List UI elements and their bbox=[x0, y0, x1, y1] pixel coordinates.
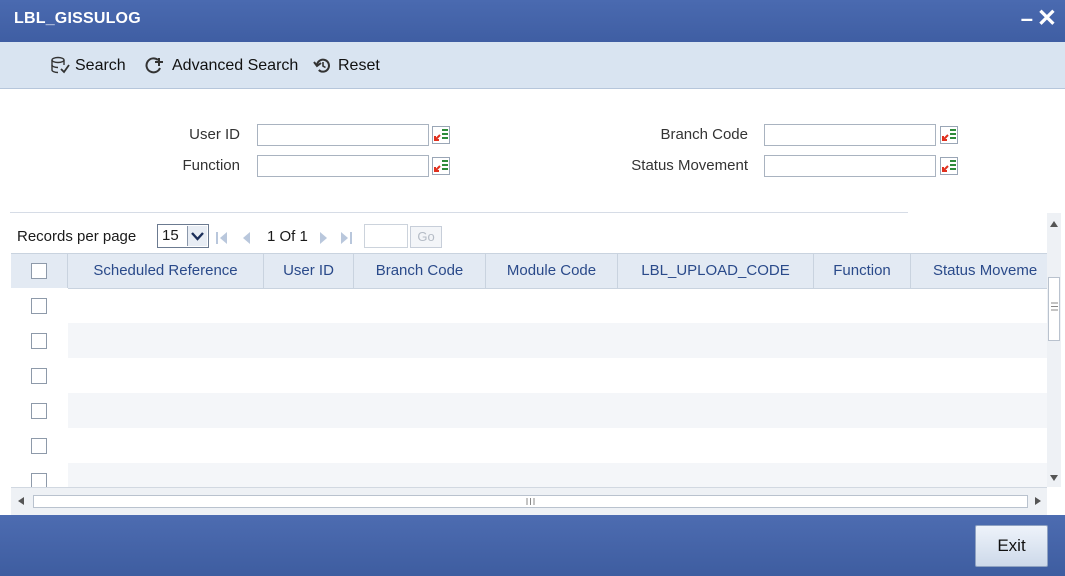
table-row[interactable] bbox=[11, 323, 1047, 358]
row-checkbox[interactable] bbox=[31, 333, 47, 349]
column-header[interactable]: Module Code bbox=[486, 254, 618, 288]
table-row[interactable] bbox=[11, 358, 1047, 393]
next-page-icon[interactable] bbox=[316, 229, 332, 247]
column-header[interactable]: LBL_UPLOAD_CODE bbox=[618, 254, 814, 288]
select-all-cell bbox=[11, 254, 68, 288]
advanced-search-icon bbox=[145, 57, 163, 74]
minimize-icon[interactable]: – bbox=[1021, 6, 1033, 32]
results-table: Scheduled Reference User ID Branch Code … bbox=[11, 253, 1047, 487]
horizontal-scrollbar[interactable] bbox=[11, 487, 1047, 515]
reset-icon bbox=[313, 58, 330, 73]
function-lov-icon[interactable] bbox=[432, 157, 450, 175]
function-field[interactable] bbox=[257, 155, 429, 177]
exit-button[interactable]: Exit bbox=[975, 525, 1048, 567]
row-checkbox[interactable] bbox=[31, 368, 47, 384]
column-header[interactable]: User ID bbox=[264, 254, 354, 288]
close-icon[interactable]: ✕ bbox=[1037, 4, 1057, 33]
footer-bar: Exit bbox=[0, 515, 1065, 576]
row-checkbox[interactable] bbox=[31, 298, 47, 314]
table-row[interactable] bbox=[11, 428, 1047, 463]
advanced-search-label: Advanced Search bbox=[172, 57, 299, 74]
grip-icon bbox=[526, 498, 535, 505]
column-header[interactable]: Status Moveme bbox=[911, 254, 1047, 288]
advanced-search-button[interactable]: Advanced Search bbox=[145, 56, 298, 76]
row-checkbox[interactable] bbox=[31, 473, 47, 487]
table-row[interactable] bbox=[11, 288, 1047, 323]
status-movement-label: Status Movement bbox=[631, 157, 748, 174]
user-id-lov-icon[interactable] bbox=[432, 126, 450, 144]
last-page-icon[interactable] bbox=[338, 229, 354, 247]
scroll-up-icon[interactable] bbox=[1050, 221, 1058, 227]
search-label: Search bbox=[75, 57, 126, 74]
page-number-input[interactable] bbox=[364, 224, 408, 248]
horizontal-scroll-thumb[interactable] bbox=[33, 495, 1028, 508]
branch-code-field[interactable] bbox=[764, 124, 936, 146]
column-header[interactable]: Scheduled Reference bbox=[68, 254, 264, 288]
page-count: 1 Of 1 bbox=[267, 228, 308, 245]
pagination-bar: Records per page 15 1 Of 1 Go bbox=[0, 218, 1040, 252]
records-per-page-select[interactable]: 15 bbox=[157, 224, 209, 248]
scroll-left-icon[interactable] bbox=[18, 497, 24, 505]
toolbar: Search Advanced Search Reset bbox=[0, 42, 1065, 89]
go-button[interactable]: Go bbox=[410, 226, 442, 248]
search-criteria-form: User ID Function Branch Code Status Move… bbox=[0, 89, 1065, 201]
column-header[interactable]: Function bbox=[814, 254, 911, 288]
vertical-scroll-thumb[interactable] bbox=[1048, 277, 1060, 341]
scroll-down-icon[interactable] bbox=[1050, 475, 1058, 481]
status-movement-lov-icon[interactable] bbox=[940, 157, 958, 175]
divider bbox=[10, 212, 908, 213]
table-header: Scheduled Reference User ID Branch Code … bbox=[11, 253, 1047, 289]
reset-label: Reset bbox=[338, 57, 380, 74]
records-per-page-value: 15 bbox=[162, 227, 179, 244]
search-button[interactable]: Search bbox=[50, 56, 126, 76]
column-header[interactable]: Branch Code bbox=[354, 254, 486, 288]
select-all-checkbox[interactable] bbox=[31, 263, 47, 279]
branch-code-label: Branch Code bbox=[660, 126, 748, 143]
previous-page-icon[interactable] bbox=[238, 229, 254, 247]
grip-icon bbox=[1051, 302, 1058, 311]
user-id-field[interactable] bbox=[257, 124, 429, 146]
user-id-label: User ID bbox=[189, 126, 240, 143]
row-checkbox[interactable] bbox=[31, 403, 47, 419]
window-title-bar: LBL_GISSULOG – ✕ bbox=[0, 0, 1065, 42]
row-checkbox[interactable] bbox=[31, 438, 47, 454]
window-title: LBL_GISSULOG bbox=[14, 10, 141, 27]
branch-code-lov-icon[interactable] bbox=[940, 126, 958, 144]
function-label: Function bbox=[182, 157, 240, 174]
records-per-page-label: Records per page bbox=[17, 228, 137, 245]
status-movement-field[interactable] bbox=[764, 155, 936, 177]
first-page-icon[interactable] bbox=[214, 229, 230, 247]
scroll-right-icon[interactable] bbox=[1035, 497, 1041, 505]
vertical-scrollbar[interactable] bbox=[1047, 213, 1061, 487]
chevron-down-icon bbox=[187, 226, 207, 246]
table-row[interactable] bbox=[11, 463, 1047, 487]
reset-button[interactable]: Reset bbox=[313, 56, 380, 76]
search-database-icon bbox=[51, 56, 70, 74]
table-row[interactable] bbox=[11, 393, 1047, 428]
